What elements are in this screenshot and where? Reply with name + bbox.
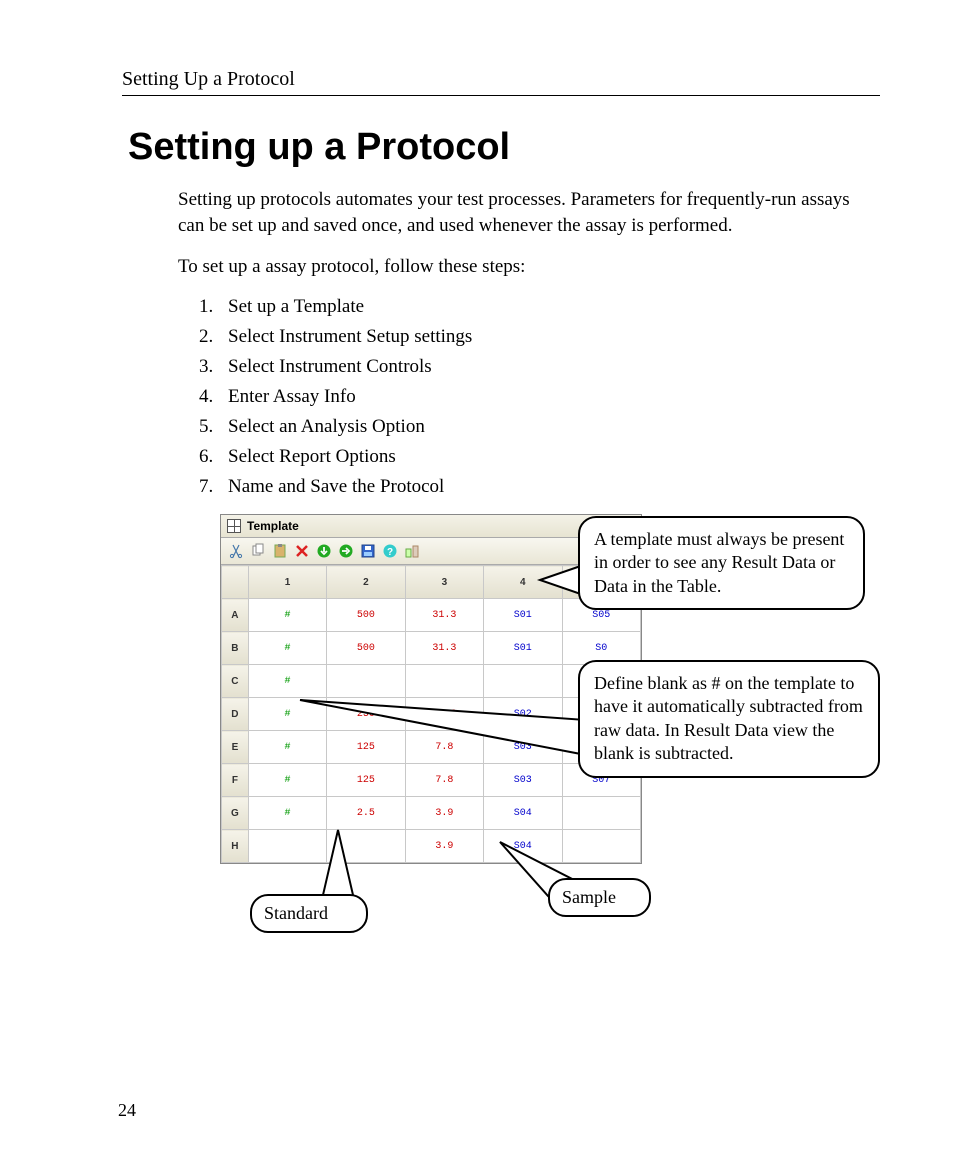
cell-A1[interactable]: # bbox=[248, 599, 326, 632]
row-header-E[interactable]: E bbox=[222, 731, 249, 764]
step-7: Name and Save the Protocol bbox=[218, 476, 880, 498]
cell-G1[interactable]: # bbox=[248, 797, 326, 830]
panel-title: Template bbox=[247, 519, 299, 533]
step-2: Select Instrument Setup settings bbox=[218, 326, 880, 348]
cell-B2[interactable]: 500 bbox=[327, 632, 405, 665]
right-arrow-icon[interactable] bbox=[337, 542, 355, 560]
step-5: Select an Analysis Option bbox=[218, 416, 880, 438]
cell-C3[interactable] bbox=[405, 665, 484, 698]
step-1: Set up a Template bbox=[218, 296, 880, 318]
help-icon[interactable]: ? bbox=[381, 542, 399, 560]
step-6: Select Report Options bbox=[218, 446, 880, 468]
cell-G5[interactable] bbox=[562, 797, 640, 830]
row-header-A[interactable]: A bbox=[222, 599, 249, 632]
col-header-2[interactable]: 2 bbox=[327, 566, 405, 599]
step-4: Enter Assay Info bbox=[218, 386, 880, 408]
step-3: Select Instrument Controls bbox=[218, 356, 880, 378]
row-header-F[interactable]: F bbox=[222, 764, 249, 797]
cell-F1[interactable]: # bbox=[248, 764, 326, 797]
cell-C4[interactable] bbox=[484, 665, 562, 698]
cell-A2[interactable]: 500 bbox=[327, 599, 405, 632]
cell-H3[interactable]: 3.9 bbox=[405, 830, 484, 863]
col-header-3[interactable]: 3 bbox=[405, 566, 484, 599]
callout-top: A template must always be present in ord… bbox=[578, 516, 865, 610]
cell-G4[interactable]: S04 bbox=[484, 797, 562, 830]
intro-paragraph-1: Setting up protocols automates your test… bbox=[178, 187, 880, 238]
delete-icon[interactable] bbox=[293, 542, 311, 560]
svg-text:?: ? bbox=[387, 547, 393, 558]
row-header-H[interactable]: H bbox=[222, 830, 249, 863]
row-header-B[interactable]: B bbox=[222, 632, 249, 665]
cell-F3[interactable]: 7.8 bbox=[405, 764, 484, 797]
cell-B3[interactable]: 31.3 bbox=[405, 632, 484, 665]
cell-C1[interactable]: # bbox=[248, 665, 326, 698]
copy-icon[interactable] bbox=[249, 542, 267, 560]
callout-standard: Standard bbox=[250, 894, 368, 933]
paste-icon[interactable] bbox=[271, 542, 289, 560]
intro-paragraph-2: To set up a assay protocol, follow these… bbox=[178, 254, 880, 280]
grid-icon bbox=[227, 519, 241, 533]
callout-middle: Define blank as # on the template to hav… bbox=[578, 660, 880, 778]
running-header: Setting Up a Protocol bbox=[122, 68, 880, 96]
row-header-D[interactable]: D bbox=[222, 698, 249, 731]
cell-G3[interactable]: 3.9 bbox=[405, 797, 484, 830]
wizard-icon[interactable] bbox=[403, 542, 421, 560]
callout-middle-pointer bbox=[300, 700, 590, 760]
callout-sample: Sample bbox=[548, 878, 651, 917]
cell-G2[interactable]: 2.5 bbox=[327, 797, 405, 830]
down-arrow-icon[interactable] bbox=[315, 542, 333, 560]
cell-F2[interactable]: 125 bbox=[327, 764, 405, 797]
col-header-1[interactable]: 1 bbox=[248, 566, 326, 599]
cell-H1[interactable] bbox=[248, 830, 326, 863]
cell-F4[interactable]: S03 bbox=[484, 764, 562, 797]
save-icon[interactable] bbox=[359, 542, 377, 560]
cell-B1[interactable]: # bbox=[248, 632, 326, 665]
cut-icon[interactable] bbox=[227, 542, 245, 560]
grid-corner bbox=[222, 566, 249, 599]
cell-C2[interactable] bbox=[327, 665, 405, 698]
cell-A3[interactable]: 31.3 bbox=[405, 599, 484, 632]
row-header-G[interactable]: G bbox=[222, 797, 249, 830]
row-header-C[interactable]: C bbox=[222, 665, 249, 698]
cell-B4[interactable]: S01 bbox=[484, 632, 562, 665]
page-title: Setting up a Protocol bbox=[128, 126, 880, 169]
page-number: 24 bbox=[118, 1100, 136, 1121]
